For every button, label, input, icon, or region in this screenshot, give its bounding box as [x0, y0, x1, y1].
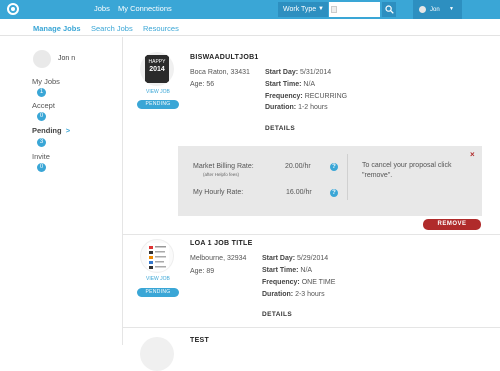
search-button[interactable]	[382, 2, 396, 17]
search-input[interactable]	[329, 2, 380, 17]
job-image: HAPPY 2014	[145, 55, 169, 83]
row-divider	[123, 327, 500, 328]
thumbnail-text: HAPPY	[148, 59, 166, 65]
count-badge: 3	[37, 138, 46, 147]
job-age: Age: 89	[190, 268, 215, 275]
duration: Duration: 2-3 hours	[262, 291, 325, 298]
market-rate-value: 20.00/hr	[285, 163, 311, 170]
row-divider	[123, 234, 500, 235]
chevron-down-icon: ▼	[318, 6, 324, 12]
job-title[interactable]: LOA 1 JOB TITLE	[190, 240, 253, 247]
job-thumbnail[interactable]	[140, 337, 174, 371]
status-badge: PENDING	[137, 100, 179, 109]
job-thumbnail[interactable]	[140, 239, 174, 273]
frequency-label: Frequency:	[265, 93, 303, 100]
sidebar-item-invite[interactable]: Invite	[32, 152, 50, 161]
chevron-right-icon: >	[65, 126, 71, 135]
details-link[interactable]: DETAILS	[262, 311, 292, 318]
cancel-text-line2: "remove".	[362, 172, 393, 179]
start-day-value: 5/29/2014	[297, 255, 329, 262]
duration-value: 2-3 hours	[295, 291, 325, 298]
top-bar: Jobs My Connections Work Type ▼ Jon ▼	[0, 0, 500, 19]
sub-nav: Manage Jobs Search Jobs Resources	[0, 19, 500, 36]
sidebar-item-label: Pending	[32, 126, 62, 135]
frequency-value: RECURRING	[304, 93, 348, 100]
sidebar-item-accept[interactable]: Accept	[32, 101, 55, 110]
nav-connections-link[interactable]: My Connections	[118, 4, 172, 13]
frequency-label: Frequency:	[262, 279, 300, 286]
nav-jobs-link[interactable]: Jobs	[94, 4, 110, 13]
job-age: Age: 56	[190, 81, 215, 88]
view-job-link[interactable]: VIEW JOB	[146, 89, 170, 95]
sidebar-divider	[122, 37, 123, 345]
document-icon	[147, 243, 169, 271]
start-time-label: Start Time:	[265, 81, 302, 88]
market-rate-label: Market Billing Rate:	[193, 163, 254, 170]
sidebar-item-pending[interactable]: Pending >	[32, 126, 70, 135]
start-day-label: Start Day:	[265, 69, 299, 76]
sidebar-item-my-jobs[interactable]: My Jobs	[32, 77, 60, 86]
my-rate-label: My Hourly Rate:	[193, 189, 244, 196]
market-rate-note: (after Helpfo fees)	[203, 172, 240, 177]
thumbnail-year: 2014	[149, 66, 165, 73]
start-day: Start Day: 5/31/2014	[265, 69, 331, 76]
start-time: Start Time: N/A	[265, 81, 315, 88]
start-time-label: Start Time:	[262, 267, 299, 274]
start-time: Start Time: N/A	[262, 267, 312, 274]
start-day-value: 5/31/2014	[300, 69, 332, 76]
logo-icon[interactable]	[7, 3, 19, 15]
avatar	[419, 6, 426, 13]
job-thumbnail[interactable]: HAPPY 2014	[140, 52, 174, 86]
chevron-down-icon: ▼	[449, 6, 454, 12]
job-title[interactable]: BISWAADULTJOB1	[190, 54, 259, 61]
user-name: Jon	[430, 7, 440, 13]
tab-search-jobs[interactable]: Search Jobs	[91, 24, 133, 33]
status-badge: PENDING	[137, 288, 179, 297]
my-rate-value: 16.00/hr	[286, 189, 312, 196]
duration-label: Duration:	[265, 104, 297, 111]
cancel-text-line1: To cancel your proposal click	[362, 162, 452, 169]
search-icon	[385, 5, 394, 14]
work-type-label: Work Type	[283, 6, 317, 13]
help-icon[interactable]: ?	[330, 163, 338, 171]
start-time-value: N/A	[303, 81, 316, 88]
avatar	[33, 50, 51, 68]
file-icon	[331, 6, 337, 13]
frequency: Frequency: RECURRING	[265, 93, 347, 100]
remove-button[interactable]: REMOVE	[423, 219, 481, 230]
frequency: Frequency: ONE TIME	[262, 279, 335, 286]
count-badge: 0	[37, 112, 46, 121]
details-link[interactable]: DETAILS	[265, 125, 295, 132]
work-type-dropdown[interactable]: Work Type ▼	[278, 2, 328, 17]
panel-divider	[347, 154, 348, 200]
count-badge: 0	[37, 163, 46, 172]
job-title[interactable]: TEST	[190, 337, 209, 344]
tab-resources[interactable]: Resources	[143, 24, 179, 33]
start-day: Start Day: 5/29/2014	[262, 255, 328, 262]
tab-manage-jobs[interactable]: Manage Jobs	[33, 24, 81, 33]
sidebar-user-name: Jon n	[58, 55, 76, 62]
job-location: Boca Raton, 33431	[190, 69, 250, 76]
job-location: Melbourne, 32934	[190, 255, 247, 262]
frequency-value: ONE TIME	[301, 279, 336, 286]
proposal-panel: Market Billing Rate: (after Helpfo fees)…	[178, 146, 482, 216]
duration-label: Duration:	[262, 291, 294, 298]
user-menu[interactable]: Jon ▼	[413, 0, 462, 19]
help-icon[interactable]: ?	[330, 189, 338, 197]
start-time-value: N/A	[300, 267, 313, 274]
view-job-link[interactable]: VIEW JOB	[146, 276, 170, 282]
start-day-label: Start Day:	[262, 255, 296, 262]
duration-value: 1-2 hours	[298, 104, 328, 111]
count-badge: 1	[37, 88, 46, 97]
close-icon[interactable]: ×	[470, 150, 475, 159]
duration: Duration: 1-2 hours	[265, 104, 328, 111]
